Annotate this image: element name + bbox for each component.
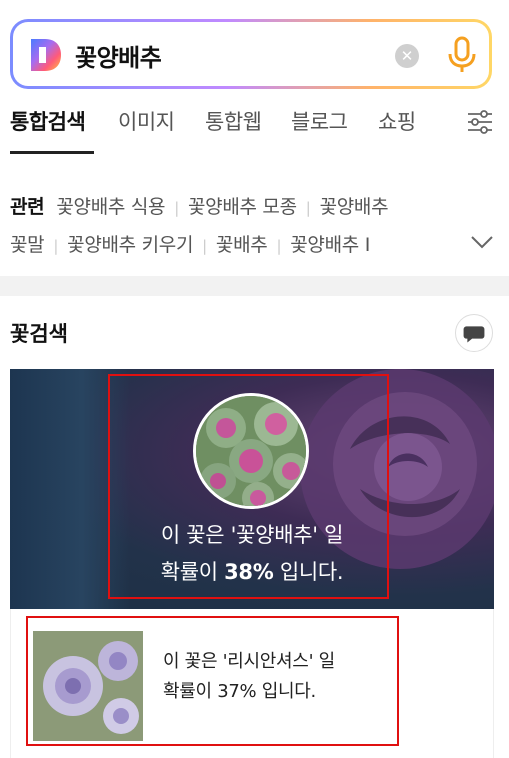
divider: | — [276, 237, 282, 255]
divider: | — [305, 199, 311, 217]
chevron-down-icon[interactable] — [470, 234, 494, 250]
feedback-button[interactable] — [455, 314, 493, 352]
related-link[interactable]: 꽃양배추 I — [290, 234, 370, 256]
related-link[interactable]: 꽃양배추 식용 — [56, 196, 165, 218]
search-bar: 꽃양배추 ✕ — [10, 19, 492, 89]
related-link[interactable]: 꽃양배추 모종 — [188, 196, 297, 218]
related-link[interactable]: 꽃배추 — [216, 234, 268, 256]
divider: | — [202, 237, 207, 255]
tab-shopping[interactable]: 쇼핑 — [378, 106, 416, 136]
related-row-1: 관련 꽃양배추 식용 | 꽃양배추 모종 | 꽃양배추 — [10, 192, 389, 219]
related-link[interactable]: 꽃양배추 — [320, 196, 389, 218]
tab-integrated[interactable]: 통합검색 — [10, 106, 86, 136]
tab-web[interactable]: 통합웹 — [205, 106, 262, 136]
divider: | — [174, 199, 179, 217]
speech-bubble-icon — [463, 326, 485, 343]
search-tabs: 통합검색 이미지 통합웹 블로그 쇼핑 — [0, 106, 509, 154]
highlight-box-second-result — [26, 616, 399, 746]
close-circle-icon[interactable]: ✕ — [395, 44, 419, 68]
related-link[interactable]: 꽃말 — [10, 234, 45, 256]
fade-overlay — [429, 226, 469, 262]
divider: | — [53, 237, 59, 255]
tab-images[interactable]: 이미지 — [118, 106, 175, 136]
header: 꽃양배추 ✕ 통합검색 이미지 통합웹 블로그 쇼핑 — [0, 0, 509, 170]
microphone-icon[interactable] — [447, 36, 477, 74]
related-row-2: 꽃말 | 꽃양배추 키우기 | 꽃배추 | 꽃양배추 I — [10, 230, 370, 257]
tab-blog[interactable]: 블로그 — [291, 106, 348, 136]
active-tab-indicator — [10, 151, 94, 154]
related-searches: 관련 꽃양배추 식용 | 꽃양배추 모종 | 꽃양배추 꽃말 | 꽃양배추 키우기 | 꽃배추 | 꽃… — [0, 170, 509, 276]
search-input[interactable]: 꽃양배추 — [75, 38, 162, 73]
search-box[interactable]: 꽃양배추 ✕ — [13, 22, 489, 86]
filter-settings-icon[interactable] — [466, 108, 494, 136]
related-link[interactable]: 꽃양배추 키우기 — [67, 234, 193, 256]
related-heading: 관련 — [10, 196, 45, 218]
highlight-box-top-result — [108, 374, 389, 599]
daum-logo-icon[interactable] — [29, 37, 63, 73]
section-title: 꽃검색 — [10, 322, 68, 346]
